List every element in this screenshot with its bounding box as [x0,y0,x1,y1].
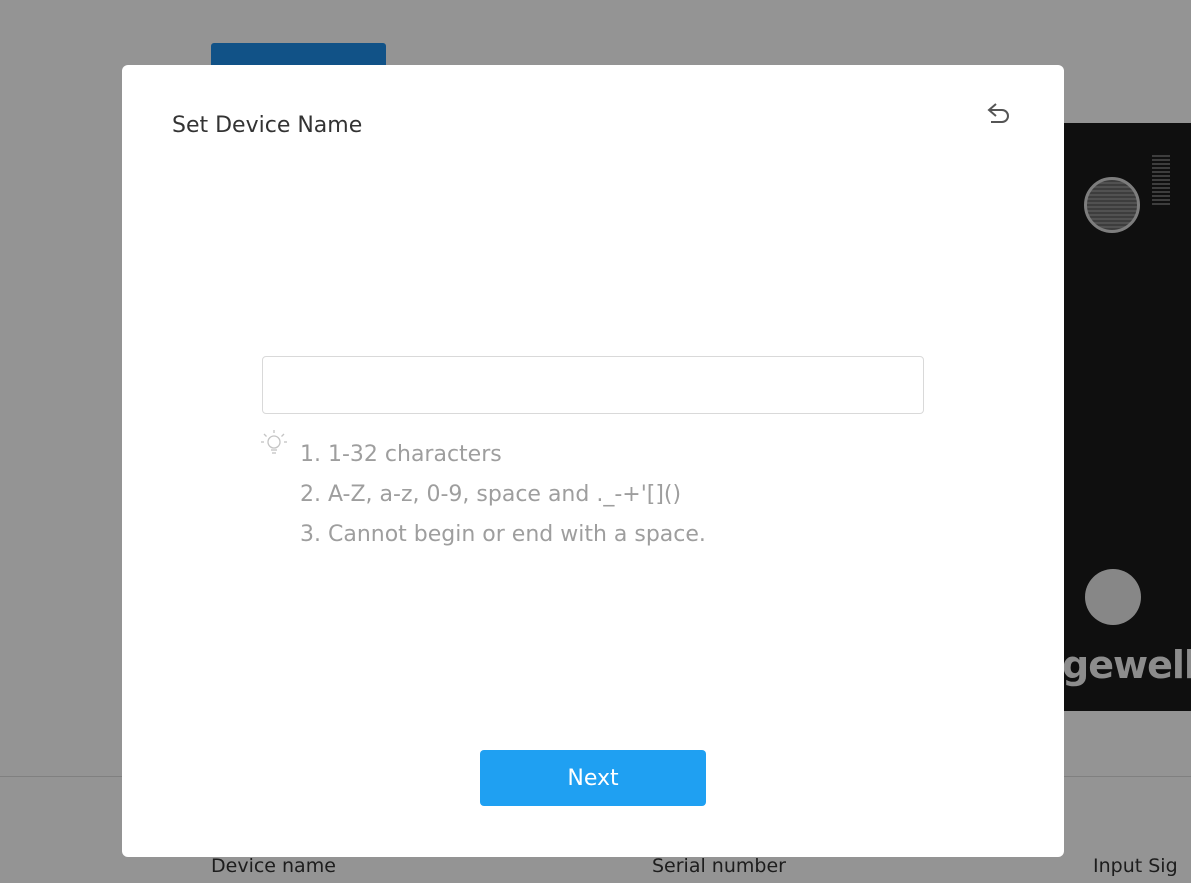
set-device-name-dialog: Set Device Name 1. 1-32 characters 2. A-… [122,65,1064,857]
page: gewell Device name Serial number Input S… [0,0,1191,883]
device-name-input[interactable] [262,356,924,414]
hint-line: 1. 1-32 characters [300,442,502,467]
undo-arrow-icon[interactable] [982,101,1016,131]
next-button[interactable]: Next [480,750,706,806]
dialog-title: Set Device Name [172,113,363,138]
hint-line: 2. A-Z, a-z, 0-9, space and ._-+'[]() [300,482,682,507]
hint-line: 3. Cannot begin or end with a space. [300,522,706,547]
name-rules-hint: 1. 1-32 characters 2. A-Z, a-z, 0-9, spa… [300,435,706,555]
lightbulb-icon [260,429,288,457]
